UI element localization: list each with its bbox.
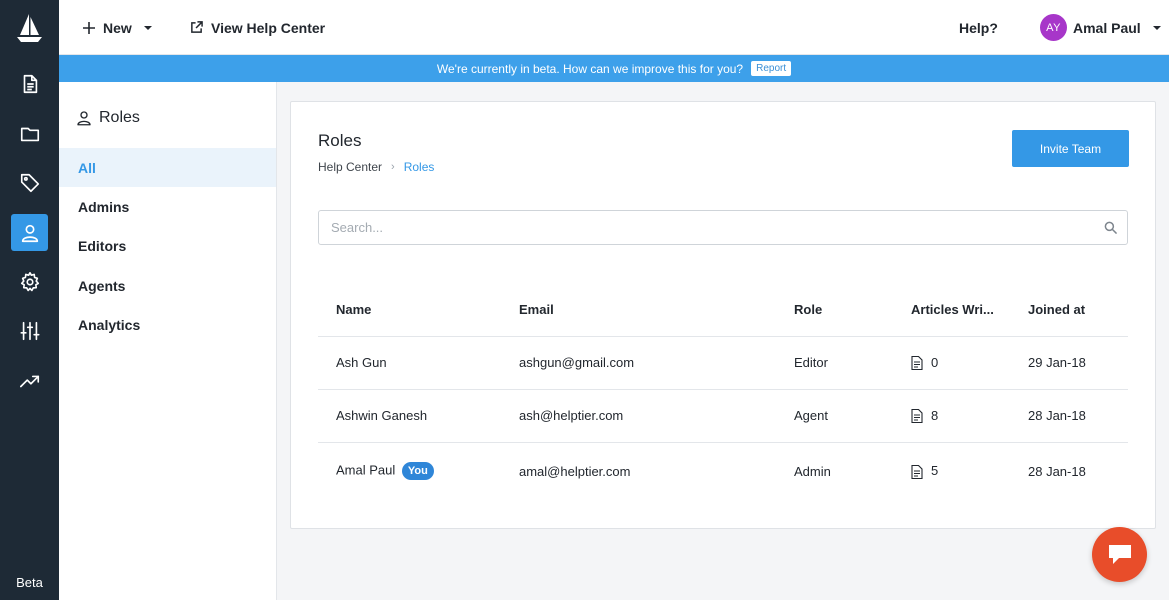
top-bar: New View Help Center Help? AY Amal Paul <box>59 0 1169 55</box>
articles-count: 5 <box>931 463 939 479</box>
col-header-articles[interactable]: Articles Wri... <box>911 283 1028 337</box>
sailboat-logo-icon[interactable] <box>15 13 44 43</box>
breadcrumb: Help Center › Roles <box>318 160 434 174</box>
nav-articles[interactable] <box>11 65 48 102</box>
table-row[interactable]: Amal Paul You amal@helptier.com Admin 5 … <box>318 442 1128 500</box>
cell-name: Ash Gun <box>318 336 519 390</box>
sidebar-item-label: All <box>78 159 96 176</box>
col-header-role[interactable]: Role <box>794 283 911 337</box>
chat-bubble-icon <box>1108 544 1131 564</box>
nav-customize[interactable] <box>11 312 48 349</box>
cell-articles: 8 <box>911 389 1028 443</box>
chat-launcher-button[interactable] <box>1092 527 1147 582</box>
chevron-down-icon <box>143 25 152 30</box>
roles-card: Roles Help Center › Roles Invite Team Na… <box>290 101 1156 529</box>
document-icon <box>23 74 37 93</box>
external-link-icon <box>191 21 203 33</box>
help-link[interactable]: Help? <box>959 0 998 55</box>
document-icon <box>911 356 923 371</box>
page-title: Roles <box>318 131 362 150</box>
beta-label: Beta <box>16 575 43 590</box>
sidebar-item-all[interactable]: All <box>59 148 276 187</box>
col-header-email[interactable]: Email <box>519 283 794 337</box>
col-header-joined[interactable]: Joined at <box>1028 283 1128 337</box>
sidebar-item-editors[interactable]: Editors <box>59 226 276 265</box>
banner-text: We're currently in beta. How can we impr… <box>436 61 744 76</box>
table-row[interactable]: Ashwin Ganesh ash@helptier.com Agent 8 2… <box>318 389 1128 443</box>
cell-joined: 29 Jan-18 <box>1028 336 1128 390</box>
sliders-icon <box>19 321 40 340</box>
nav-users[interactable] <box>11 214 48 251</box>
sidebar-item-agents[interactable]: Agents <box>59 266 276 305</box>
sidebar-item-label: Editors <box>78 237 127 254</box>
cell-articles: 5 <box>911 442 1028 500</box>
articles-count: 8 <box>931 407 939 423</box>
nav-tags[interactable] <box>11 164 48 201</box>
document-icon <box>911 409 923 424</box>
sidebar-item-label: Analytics <box>78 316 141 333</box>
members-table: Name Email Role Articles Wri... Joined a… <box>318 283 1128 500</box>
view-help-center-link[interactable]: View Help Center <box>190 0 325 55</box>
cell-email: ash@helptier.com <box>519 389 794 443</box>
col-header-name[interactable]: Name <box>318 283 519 337</box>
roles-sidebar: Roles All Admins Editors Agents Analytic… <box>59 82 277 600</box>
nav-settings[interactable] <box>11 263 48 300</box>
tag-icon <box>20 173 39 192</box>
cell-role: Agent <box>794 389 911 443</box>
app-rail: Beta <box>0 0 59 600</box>
cell-email: amal@helptier.com <box>519 463 631 479</box>
view-help-center-label: View Help Center <box>211 19 326 36</box>
sidebar-item-admins[interactable]: Admins <box>59 187 276 226</box>
nav-analytics[interactable] <box>11 362 48 399</box>
member-name: Amal Paul <box>336 462 396 478</box>
chevron-down-icon <box>1152 25 1161 30</box>
cell-articles: 0 <box>911 336 1028 390</box>
user-name: Amal Paul <box>1073 19 1141 36</box>
member-name: Ashwin Ganesh <box>336 408 428 423</box>
cell-email: ashgun@gmail.com <box>519 336 794 390</box>
breadcrumb-current[interactable]: Roles <box>404 160 435 174</box>
cell-joined: 28 Jan-18 <box>1028 463 1086 479</box>
folder-icon <box>20 127 39 141</box>
report-button[interactable]: Report <box>751 61 792 76</box>
new-button[interactable]: New <box>83 0 152 55</box>
trending-up-icon <box>19 375 39 387</box>
beta-banner: We're currently in beta. How can we impr… <box>59 55 1169 82</box>
document-icon <box>911 465 923 480</box>
help-label: Help? <box>959 19 998 36</box>
plus-icon <box>83 21 95 34</box>
breadcrumb-root[interactable]: Help Center <box>318 160 382 174</box>
cell-name: Ashwin Ganesh <box>318 389 519 443</box>
user-icon <box>77 111 91 126</box>
nav-folders[interactable] <box>11 115 48 152</box>
sidebar-item-analytics[interactable]: Analytics <box>59 305 276 344</box>
articles-count: 0 <box>931 354 939 370</box>
search-box <box>318 210 1128 245</box>
search-icon[interactable] <box>1104 221 1117 234</box>
cell-role: Admin <box>794 463 831 479</box>
gear-icon <box>20 271 39 291</box>
sidebar-title: Roles <box>99 109 140 126</box>
table-row[interactable]: Ash Gun ashgun@gmail.com Editor 0 29 Jan… <box>318 336 1128 390</box>
cell-joined: 28 Jan-18 <box>1028 389 1128 443</box>
member-name: Ash Gun <box>336 355 387 370</box>
cell-role: Editor <box>794 336 911 390</box>
new-label: New <box>103 19 132 36</box>
sidebar-header: Roles <box>75 109 140 127</box>
avatar: AY <box>1040 14 1067 41</box>
invite-team-button[interactable]: Invite Team <box>1012 130 1129 167</box>
cell-name: Amal Paul You <box>318 442 519 500</box>
search-input[interactable] <box>319 211 1099 244</box>
you-badge: You <box>401 462 434 481</box>
user-menu[interactable]: AY Amal Paul <box>1040 0 1161 55</box>
sidebar-item-label: Admins <box>78 198 130 215</box>
breadcrumb-separator: › <box>391 161 395 173</box>
user-icon <box>21 224 38 242</box>
sidebar-item-label: Agents <box>78 277 126 294</box>
table-header-row: Name Email Role Articles Wri... Joined a… <box>318 283 1128 337</box>
